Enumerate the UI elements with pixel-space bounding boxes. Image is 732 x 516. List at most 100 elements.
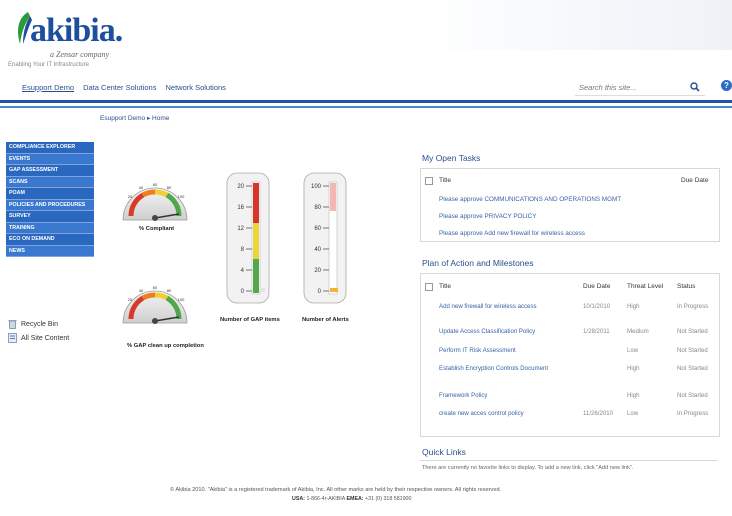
- poam-row-due: 1/28/2011: [583, 328, 610, 335]
- poam-row-status: Not Started: [677, 347, 708, 354]
- help-icon[interactable]: ?: [721, 80, 732, 91]
- footer-emea-label: EMEA:: [346, 496, 364, 502]
- gauge-tick: 40: [139, 288, 144, 293]
- all-site-content-link[interactable]: All Site Content: [8, 333, 69, 343]
- recycle-bin-link[interactable]: Recycle Bin: [8, 319, 58, 329]
- poam-row-threat: High: [627, 365, 640, 372]
- poam-col-status[interactable]: Status: [677, 283, 695, 290]
- footer-copyright: © Akibia 2010. "Akibia" is a registered …: [170, 487, 502, 493]
- open-tasks-col-due[interactable]: Due Date: [681, 177, 708, 184]
- brand-sub: a Zensar company: [50, 50, 110, 59]
- alerts-thermometer: 100 80 60 40 20 0: [303, 172, 347, 304]
- gauge-tick: 20: [128, 194, 133, 199]
- search-box: [575, 79, 705, 96]
- thermo-tick: 12: [237, 226, 244, 232]
- side-nav-policies[interactable]: POLICIES AND PROCEDURES: [6, 199, 94, 211]
- thermo-tick: 16: [237, 205, 244, 211]
- poam-row-status: Not Started: [677, 328, 708, 335]
- side-nav-survey[interactable]: SURVEY: [6, 211, 94, 223]
- gauge-tick: 40: [139, 185, 144, 190]
- quick-links-divider: [420, 460, 718, 461]
- top-nav-network[interactable]: Network Solutions: [165, 83, 225, 95]
- side-nav-training[interactable]: TRAINING: [6, 222, 94, 234]
- side-nav-poam[interactable]: POAM: [6, 188, 94, 200]
- gauge-tick: 100: [178, 297, 185, 302]
- thermo-tick: 20: [314, 268, 321, 274]
- poam-row-status: Not Started: [677, 365, 708, 372]
- open-tasks-select-all-checkbox[interactable]: [425, 177, 433, 185]
- gap-cleanup-gauge-label: % GAP clean up completion: [127, 343, 204, 349]
- gap-cleanup-gauge: 60 40 80 20 100: [122, 285, 188, 324]
- open-tasks-title: My Open Tasks: [422, 153, 481, 163]
- thermo-tick: 100: [311, 184, 322, 190]
- side-nav-compliance-explorer[interactable]: COMPLIANCE EXPLORER: [6, 142, 94, 154]
- quick-links-title: Quick Links: [422, 447, 466, 457]
- gauge-tick: 60: [153, 182, 158, 187]
- side-nav-gap-assessment[interactable]: GAP ASSESSMENT: [6, 165, 94, 177]
- poam-row-threat: High: [627, 392, 640, 399]
- gap-items-thermometer: 20 16 12 8 4 0: [226, 172, 270, 304]
- side-nav-scans[interactable]: SCANS: [6, 176, 94, 188]
- task-link[interactable]: Please approve PRIVACY POLICY: [439, 213, 536, 220]
- poam-title: Plan of Action and Milestones: [422, 258, 534, 268]
- gauge-tick: 20: [128, 297, 133, 302]
- poam-row-title[interactable]: Perform IT Risk Assessment: [439, 347, 516, 354]
- footer-usa-phone: 1-866-4r-AKIBIA: [306, 496, 346, 502]
- alerts-label: Number of Alerts: [302, 317, 349, 323]
- side-nav-events[interactable]: EVENTS: [6, 153, 94, 165]
- thermo-tick: 40: [314, 247, 321, 253]
- task-link[interactable]: Please approve Add new firewall for wire…: [439, 230, 585, 237]
- gauge-tick: 80: [167, 288, 172, 293]
- all-site-content-label: All Site Content: [21, 334, 70, 342]
- poam-row-threat: Low: [627, 410, 639, 417]
- gauge-tick: 100: [178, 194, 185, 199]
- poam-row-due: 10/1/2010: [583, 303, 611, 310]
- poam-row-due: 11/26/2010: [583, 410, 614, 417]
- task-link[interactable]: Please approve COMMUNICATIONS AND OPERAT…: [439, 196, 621, 203]
- top-navigation: Esupport Demo Data Center Solutions Netw…: [22, 83, 226, 95]
- compliant-gauge-label: % Compliant: [139, 226, 175, 232]
- site-content-icon: [8, 333, 17, 343]
- thermo-tick: 20: [237, 184, 244, 190]
- poam-row-title[interactable]: Establish Encryption Controls Document: [439, 365, 559, 372]
- gauge-tick: 80: [167, 185, 172, 190]
- brand-name: akibia.: [30, 12, 123, 49]
- search-input[interactable]: [579, 81, 679, 93]
- footer-emea-phone: +31 (0) 318 581900: [365, 496, 412, 502]
- poam-col-title[interactable]: Title: [439, 283, 451, 290]
- poam-row-threat: High: [627, 303, 640, 310]
- poam-select-all-checkbox[interactable]: [425, 283, 433, 291]
- alerts-level-marker: [330, 288, 338, 292]
- brand-tagline: Enabling Your IT Infrastructure: [8, 62, 89, 68]
- poam-row-title[interactable]: Framework Policy: [439, 392, 487, 399]
- poam-col-threat[interactable]: Threat Level: [627, 283, 663, 290]
- header-background: [412, 0, 732, 50]
- thermo-tick: 60: [314, 226, 321, 232]
- side-nav-news[interactable]: NEWS: [6, 245, 94, 257]
- open-tasks-col-title[interactable]: Title: [439, 177, 451, 184]
- poam-row-title[interactable]: Add new firewall for wireless access: [439, 303, 537, 310]
- open-tasks-panel: Title Due Date Please approve COMMUNICAT…: [420, 168, 720, 242]
- top-nav-esupport-demo[interactable]: Esupport Demo: [22, 83, 74, 95]
- poam-col-due[interactable]: Due Date: [583, 283, 610, 290]
- poam-row-status: Not Started: [677, 392, 708, 399]
- quick-links-empty-text: There are currently no favorite links to…: [422, 465, 634, 471]
- gauge-tick: 60: [153, 285, 158, 290]
- poam-row-title[interactable]: Update Access Classification Policy: [439, 328, 535, 335]
- thermo-tick: 80: [314, 205, 321, 211]
- gap-items-label: Number of GAP items: [220, 317, 280, 323]
- poam-panel: Title Due Date Threat Level Status Add n…: [420, 273, 720, 437]
- poam-row-title[interactable]: create new acces control policy: [439, 410, 524, 417]
- breadcrumb[interactable]: Esupport Demo ▸ Home: [100, 114, 169, 122]
- side-nav-eco-on-demand[interactable]: ECO ON DEMAND: [6, 234, 94, 246]
- header-divider: [0, 100, 732, 103]
- gap-level-marker: [261, 288, 265, 292]
- left-navigation: COMPLIANCE EXPLORER EVENTS GAP ASSESSMEN…: [6, 142, 94, 257]
- poam-row-status: In Progress: [677, 410, 709, 417]
- header-divider-secondary: [0, 106, 732, 108]
- poam-row-threat: Low: [627, 347, 639, 354]
- akibia-logo[interactable]: akibia. a Zensar company Enabling Your I…: [8, 6, 168, 76]
- top-nav-data-center[interactable]: Data Center Solutions: [83, 83, 156, 95]
- footer-usa-label: USA:: [292, 496, 305, 502]
- search-icon[interactable]: [690, 82, 700, 92]
